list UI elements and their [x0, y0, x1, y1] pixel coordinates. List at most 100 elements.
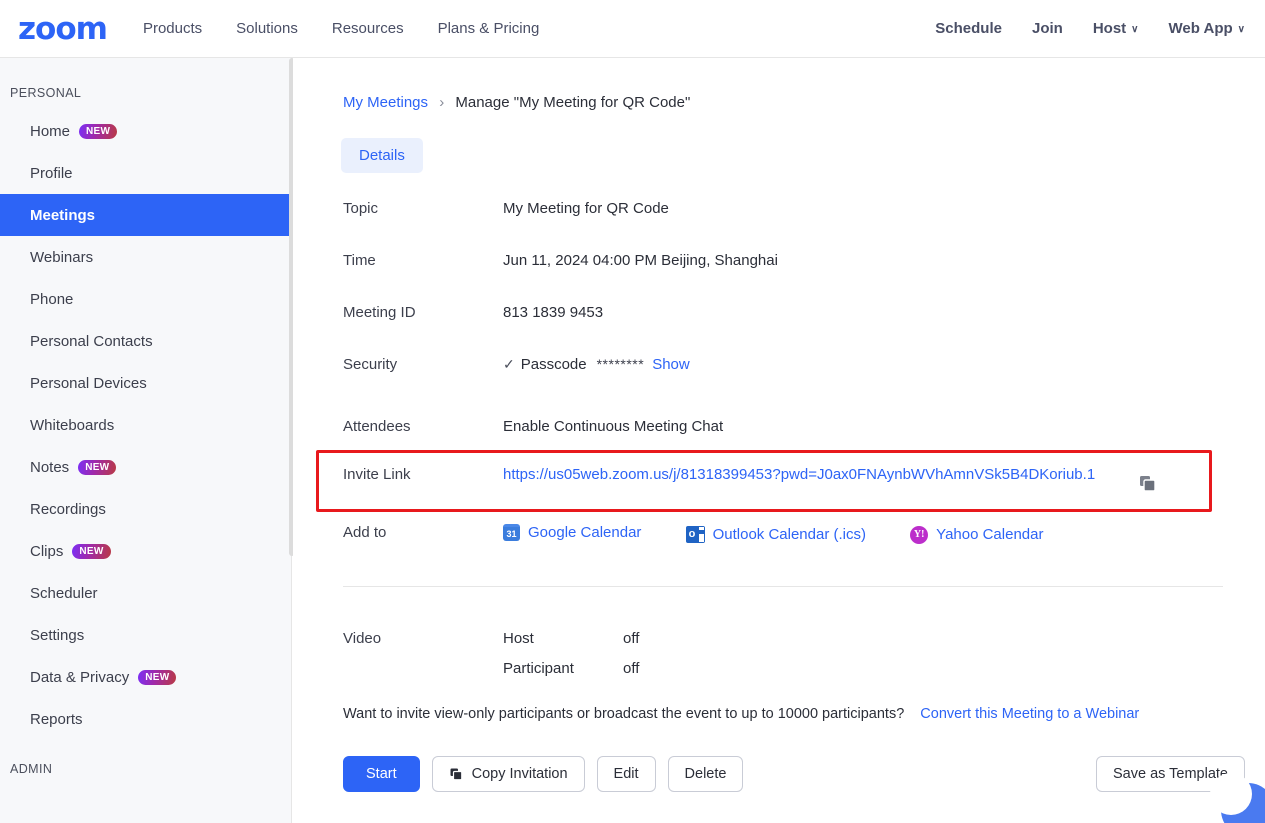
sidebar-item-personal-devices[interactable]: Personal Devices [0, 362, 291, 404]
yahoo-calendar-icon: Y! [910, 525, 929, 544]
copy-invitation-button[interactable]: Copy Invitation [431, 756, 585, 792]
nav-item-resources[interactable]: Resources [332, 20, 404, 37]
passcode-masked-value: ******** [596, 356, 645, 372]
start-button[interactable]: Start [343, 756, 420, 792]
new-badge: NEW [79, 123, 118, 139]
row-attendees: Attendees Enable Continuous Meeting Chat [343, 418, 1223, 435]
sidebar-item-reports[interactable]: Reports [0, 698, 291, 740]
top-navigation-bar: zoom Products Solutions Resources Plans … [0, 0, 1265, 58]
copy-icon [450, 768, 462, 780]
zoom-logo[interactable]: zoom [18, 11, 108, 47]
sidebar-item-webinars[interactable]: Webinars [0, 236, 291, 278]
nav-item-schedule[interactable]: Schedule [935, 20, 1002, 37]
yahoo-calendar-link[interactable]: Y! Yahoo Calendar [910, 525, 1044, 544]
invite-link-value: https://us05web.zoom.us/j/81318399453?pw… [503, 466, 1095, 483]
copy-invitation-label: Copy Invitation [471, 766, 568, 782]
yahoo-calendar-label: Yahoo Calendar [936, 526, 1044, 543]
invite-link-label: Invite Link [343, 466, 411, 483]
row-meeting-id: Meeting ID 813 1839 9453 [343, 304, 1223, 321]
attendees-label: Attendees [343, 418, 411, 435]
google-calendar-label: Google Calendar [528, 524, 642, 541]
add-to-label: Add to [343, 524, 387, 541]
sidebar-item-meetings[interactable]: Meetings [0, 194, 291, 236]
video-host-row: Host off [503, 630, 639, 647]
sidebar-item-settings[interactable]: Settings [0, 614, 291, 656]
row-video: Video [343, 630, 1223, 647]
meeting-id-value: 813 1839 9453 [503, 304, 604, 321]
edit-button[interactable]: Edit [596, 756, 656, 792]
convert-to-webinar-link[interactable]: Convert this Meeting to a Webinar [920, 706, 1139, 722]
sidebar-item-label: Profile [30, 164, 73, 182]
nav-schedule-label: Schedule [935, 20, 1002, 37]
sidebar-item-profile[interactable]: Profile [0, 152, 291, 194]
row-time: Time Jun 11, 2024 04:00 PM Beijing, Shan… [343, 252, 1223, 269]
sidebar-item-label: Data & Privacy [30, 668, 130, 686]
chevron-down-icon: ∨ [1131, 23, 1139, 35]
google-calendar-link[interactable]: 31 Google Calendar [503, 524, 641, 541]
sidebar-item-label: Webinars [30, 248, 94, 266]
chevron-down-icon: ∨ [1237, 23, 1245, 35]
sidebar-item-scheduler[interactable]: Scheduler [0, 572, 291, 614]
tab-details[interactable]: Details [341, 138, 423, 173]
sidebar-item-home[interactable]: Home NEW [0, 110, 291, 152]
sidebar-section-personal: PERSONAL [10, 86, 82, 100]
copy-invite-link-icon[interactable] [1138, 474, 1158, 499]
time-value: Jun 11, 2024 04:00 PM Beijing, Shanghai [503, 252, 778, 269]
sidebar-item-label: Meetings [30, 206, 96, 224]
security-label: Security [343, 356, 398, 373]
nav-web-app-label: Web App [1168, 20, 1233, 37]
support-chat-fab[interactable] [1210, 773, 1265, 823]
webinar-upsell-note: Want to invite view-only participants or… [343, 706, 1139, 722]
outlook-calendar-label: Outlook Calendar (.ics) [712, 525, 866, 543]
sidebar-item-clips[interactable]: Clips NEW [0, 530, 291, 572]
nav-item-plans-pricing[interactable]: Plans & Pricing [438, 20, 540, 37]
attendees-value: Enable Continuous Meeting Chat [503, 418, 724, 435]
breadcrumb-my-meetings[interactable]: My Meetings [343, 94, 428, 111]
delete-button[interactable]: Delete [667, 756, 744, 792]
action-button-bar: Start Copy Invitation Edit Delete [343, 756, 744, 792]
sidebar-item-phone[interactable]: Phone [0, 278, 291, 320]
nav-item-host[interactable]: Host ∨ [1093, 20, 1139, 37]
sidebar-item-label: Personal Devices [30, 374, 147, 392]
sidebar-item-label: Notes [30, 458, 70, 476]
outlook-icon-pane [698, 526, 704, 542]
show-passcode-link[interactable]: Show [652, 356, 690, 373]
nav-item-solutions[interactable]: Solutions [236, 20, 298, 37]
main-content: My Meetings › Manage "My Meeting for QR … [293, 58, 1265, 823]
sidebar-item-notes[interactable]: Notes NEW [0, 446, 291, 488]
sidebar-item-personal-contacts[interactable]: Personal Contacts [0, 320, 291, 362]
invite-link-url[interactable]: https://us05web.zoom.us/j/81318399453?pw… [503, 466, 1095, 483]
row-security: Security ✓ Passcode ******** Show [343, 356, 1223, 373]
time-label: Time [343, 252, 376, 269]
video-participant-key: Participant [503, 660, 574, 677]
topic-value: My Meeting for QR Code [503, 200, 669, 217]
row-add-to-calendar: Add to 31 Google Calendar o Outlook Cale… [343, 524, 1223, 544]
sidebar-item-data-privacy[interactable]: Data & Privacy NEW [0, 656, 291, 698]
security-value: ✓ Passcode ******** Show [503, 356, 690, 373]
sidebar-item-label: Personal Contacts [30, 332, 153, 350]
sidebar-item-label: Scheduler [30, 584, 98, 602]
sidebar-item-whiteboards[interactable]: Whiteboards [0, 404, 291, 446]
nav-item-web-app[interactable]: Web App ∨ [1169, 20, 1246, 37]
video-participant-value: off [623, 660, 640, 677]
sidebar-item-label: Reports [30, 710, 83, 728]
meeting-id-label: Meeting ID [343, 304, 416, 321]
section-divider [343, 586, 1223, 587]
sidebar-item-label: Whiteboards [30, 416, 115, 434]
new-badge: NEW [78, 459, 117, 475]
sidebar-item-recordings[interactable]: Recordings [0, 488, 291, 530]
check-icon: ✓ [503, 356, 515, 372]
chevron-right-icon: › [439, 94, 445, 111]
nav-item-products[interactable]: Products [143, 20, 202, 37]
copy-icon-glyph [1140, 476, 1156, 492]
outlook-calendar-link[interactable]: o Outlook Calendar (.ics) [685, 525, 866, 543]
calendar-links: 31 Google Calendar o Outlook Calendar (.… [503, 524, 1083, 544]
nav-join-label: Join [1031, 20, 1063, 37]
sidebar-item-label: Recordings [30, 500, 106, 518]
sidebar-item-label: Clips [30, 542, 64, 560]
breadcrumb: My Meetings › Manage "My Meeting for QR … [343, 94, 690, 111]
video-label: Video [343, 630, 382, 647]
outlook-calendar-icon: o [685, 525, 705, 543]
new-badge: NEW [138, 669, 177, 685]
nav-item-join[interactable]: Join [1032, 20, 1063, 37]
